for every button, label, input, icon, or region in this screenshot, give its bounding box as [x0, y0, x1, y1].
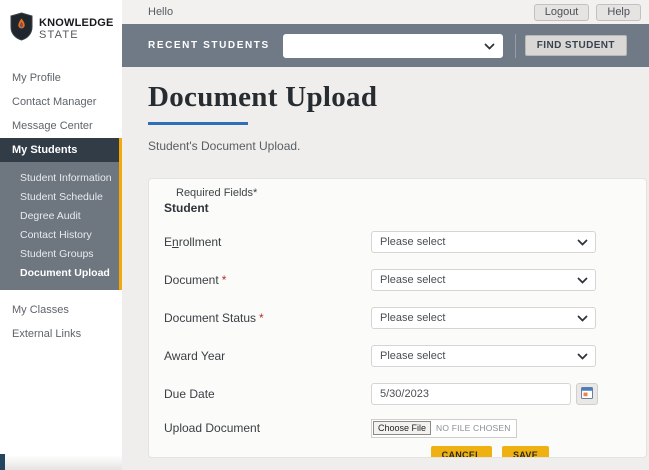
chevron-down-icon [484, 40, 495, 52]
document-upload-form-panel: Required Fields* Student Enrollment Plea… [148, 178, 647, 458]
submenu-item-student-information[interactable]: Student Information [0, 168, 119, 187]
app-window: KNOWLEDGE STATE My Profile Contact Manag… [0, 0, 649, 470]
submenu-item-degree-audit[interactable]: Degree Audit [0, 206, 119, 225]
document-row: Document* Please select [164, 269, 646, 291]
enrollment-label: Enrollment [164, 235, 371, 249]
recent-students-bar: RECENT STUDENTS FIND STUDENT [122, 24, 649, 67]
page-subtitle: Student's Document Upload. [148, 139, 649, 153]
logout-button[interactable]: Logout [534, 4, 590, 21]
document-select[interactable]: Please select [371, 269, 596, 291]
sidebar-item-my-classes[interactable]: My Classes [0, 298, 122, 322]
submenu-item-document-upload[interactable]: Document Upload [0, 263, 119, 282]
required-star: * [259, 311, 264, 325]
file-status-text: NO FILE CHOSEN [436, 423, 511, 433]
logo-line2: STATE [39, 29, 114, 41]
form-actions: CANCEL SAVE [164, 446, 646, 458]
chevron-down-icon [577, 237, 588, 249]
help-button[interactable]: Help [596, 4, 641, 21]
logo-link[interactable]: KNOWLEDGE STATE [0, 0, 122, 56]
logo-line1: KNOWLEDGE [39, 17, 114, 29]
sidebar-item-external-links[interactable]: External Links [0, 322, 122, 346]
page-title: Document Upload [148, 81, 649, 114]
calendar-picker-button[interactable] [576, 383, 598, 405]
document-label: Document* [164, 273, 371, 287]
document-status-row: Document Status* Please select [164, 307, 646, 329]
content-area: Document Upload Student's Document Uploa… [122, 67, 649, 470]
title-underline [148, 122, 248, 125]
required-fields-note: Required Fields* [176, 187, 646, 199]
find-student-button[interactable]: FIND STUDENT [525, 35, 627, 56]
submenu-item-student-groups[interactable]: Student Groups [0, 244, 119, 263]
file-input[interactable]: Choose File NO FILE CHOSEN [371, 419, 517, 438]
my-students-submenu: Student Information Student Schedule Deg… [0, 162, 122, 290]
shield-logo-icon [10, 12, 33, 46]
award-year-row: Award Year Please select [164, 345, 646, 367]
upload-document-label: Upload Document [164, 421, 371, 435]
chevron-down-icon [577, 313, 588, 325]
save-button[interactable]: SAVE [502, 446, 549, 458]
sidebar-item-message-center[interactable]: Message Center [0, 114, 122, 138]
award-year-select[interactable]: Please select [371, 345, 596, 367]
sidebar-nav: My Profile Contact Manager Message Cente… [0, 66, 122, 346]
logo-text: KNOWLEDGE STATE [39, 17, 114, 41]
choose-file-button[interactable]: Choose File [373, 421, 431, 435]
top-bar: Hello Logout Help [122, 0, 649, 24]
sidebar: KNOWLEDGE STATE My Profile Contact Manag… [0, 0, 122, 470]
required-star: * [222, 273, 227, 287]
cancel-button[interactable]: CANCEL [431, 446, 492, 458]
document-status-label: Document Status* [164, 311, 371, 325]
main-area: Hello Logout Help RECENT STUDENTS FIND S… [122, 0, 649, 470]
recent-students-label: RECENT STUDENTS [148, 40, 270, 51]
due-date-input[interactable] [371, 383, 571, 405]
upload-document-row: Upload Document Choose File NO FILE CHOS… [164, 418, 646, 438]
enrollment-row: Enrollment Please select [164, 231, 646, 253]
greeting-text: Hello [148, 6, 173, 18]
corner-accent [0, 454, 5, 470]
student-section-label: Student [164, 201, 646, 215]
document-status-select[interactable]: Please select [371, 307, 596, 329]
submenu-item-contact-history[interactable]: Contact History [0, 225, 119, 244]
recent-students-select[interactable] [283, 34, 503, 58]
chevron-down-icon [577, 275, 588, 287]
sidebar-footer [0, 455, 122, 470]
enrollment-select[interactable]: Please select [371, 231, 596, 253]
award-year-label: Award Year [164, 349, 371, 363]
sidebar-item-contact-manager[interactable]: Contact Manager [0, 90, 122, 114]
divider [515, 34, 516, 58]
sidebar-item-my-profile[interactable]: My Profile [0, 66, 122, 90]
calendar-icon [581, 387, 593, 402]
chevron-down-icon [577, 351, 588, 363]
due-date-row: Due Date [164, 383, 646, 405]
due-date-label: Due Date [164, 387, 371, 401]
sidebar-item-my-students[interactable]: My Students [0, 138, 122, 162]
submenu-item-student-schedule[interactable]: Student Schedule [0, 187, 119, 206]
